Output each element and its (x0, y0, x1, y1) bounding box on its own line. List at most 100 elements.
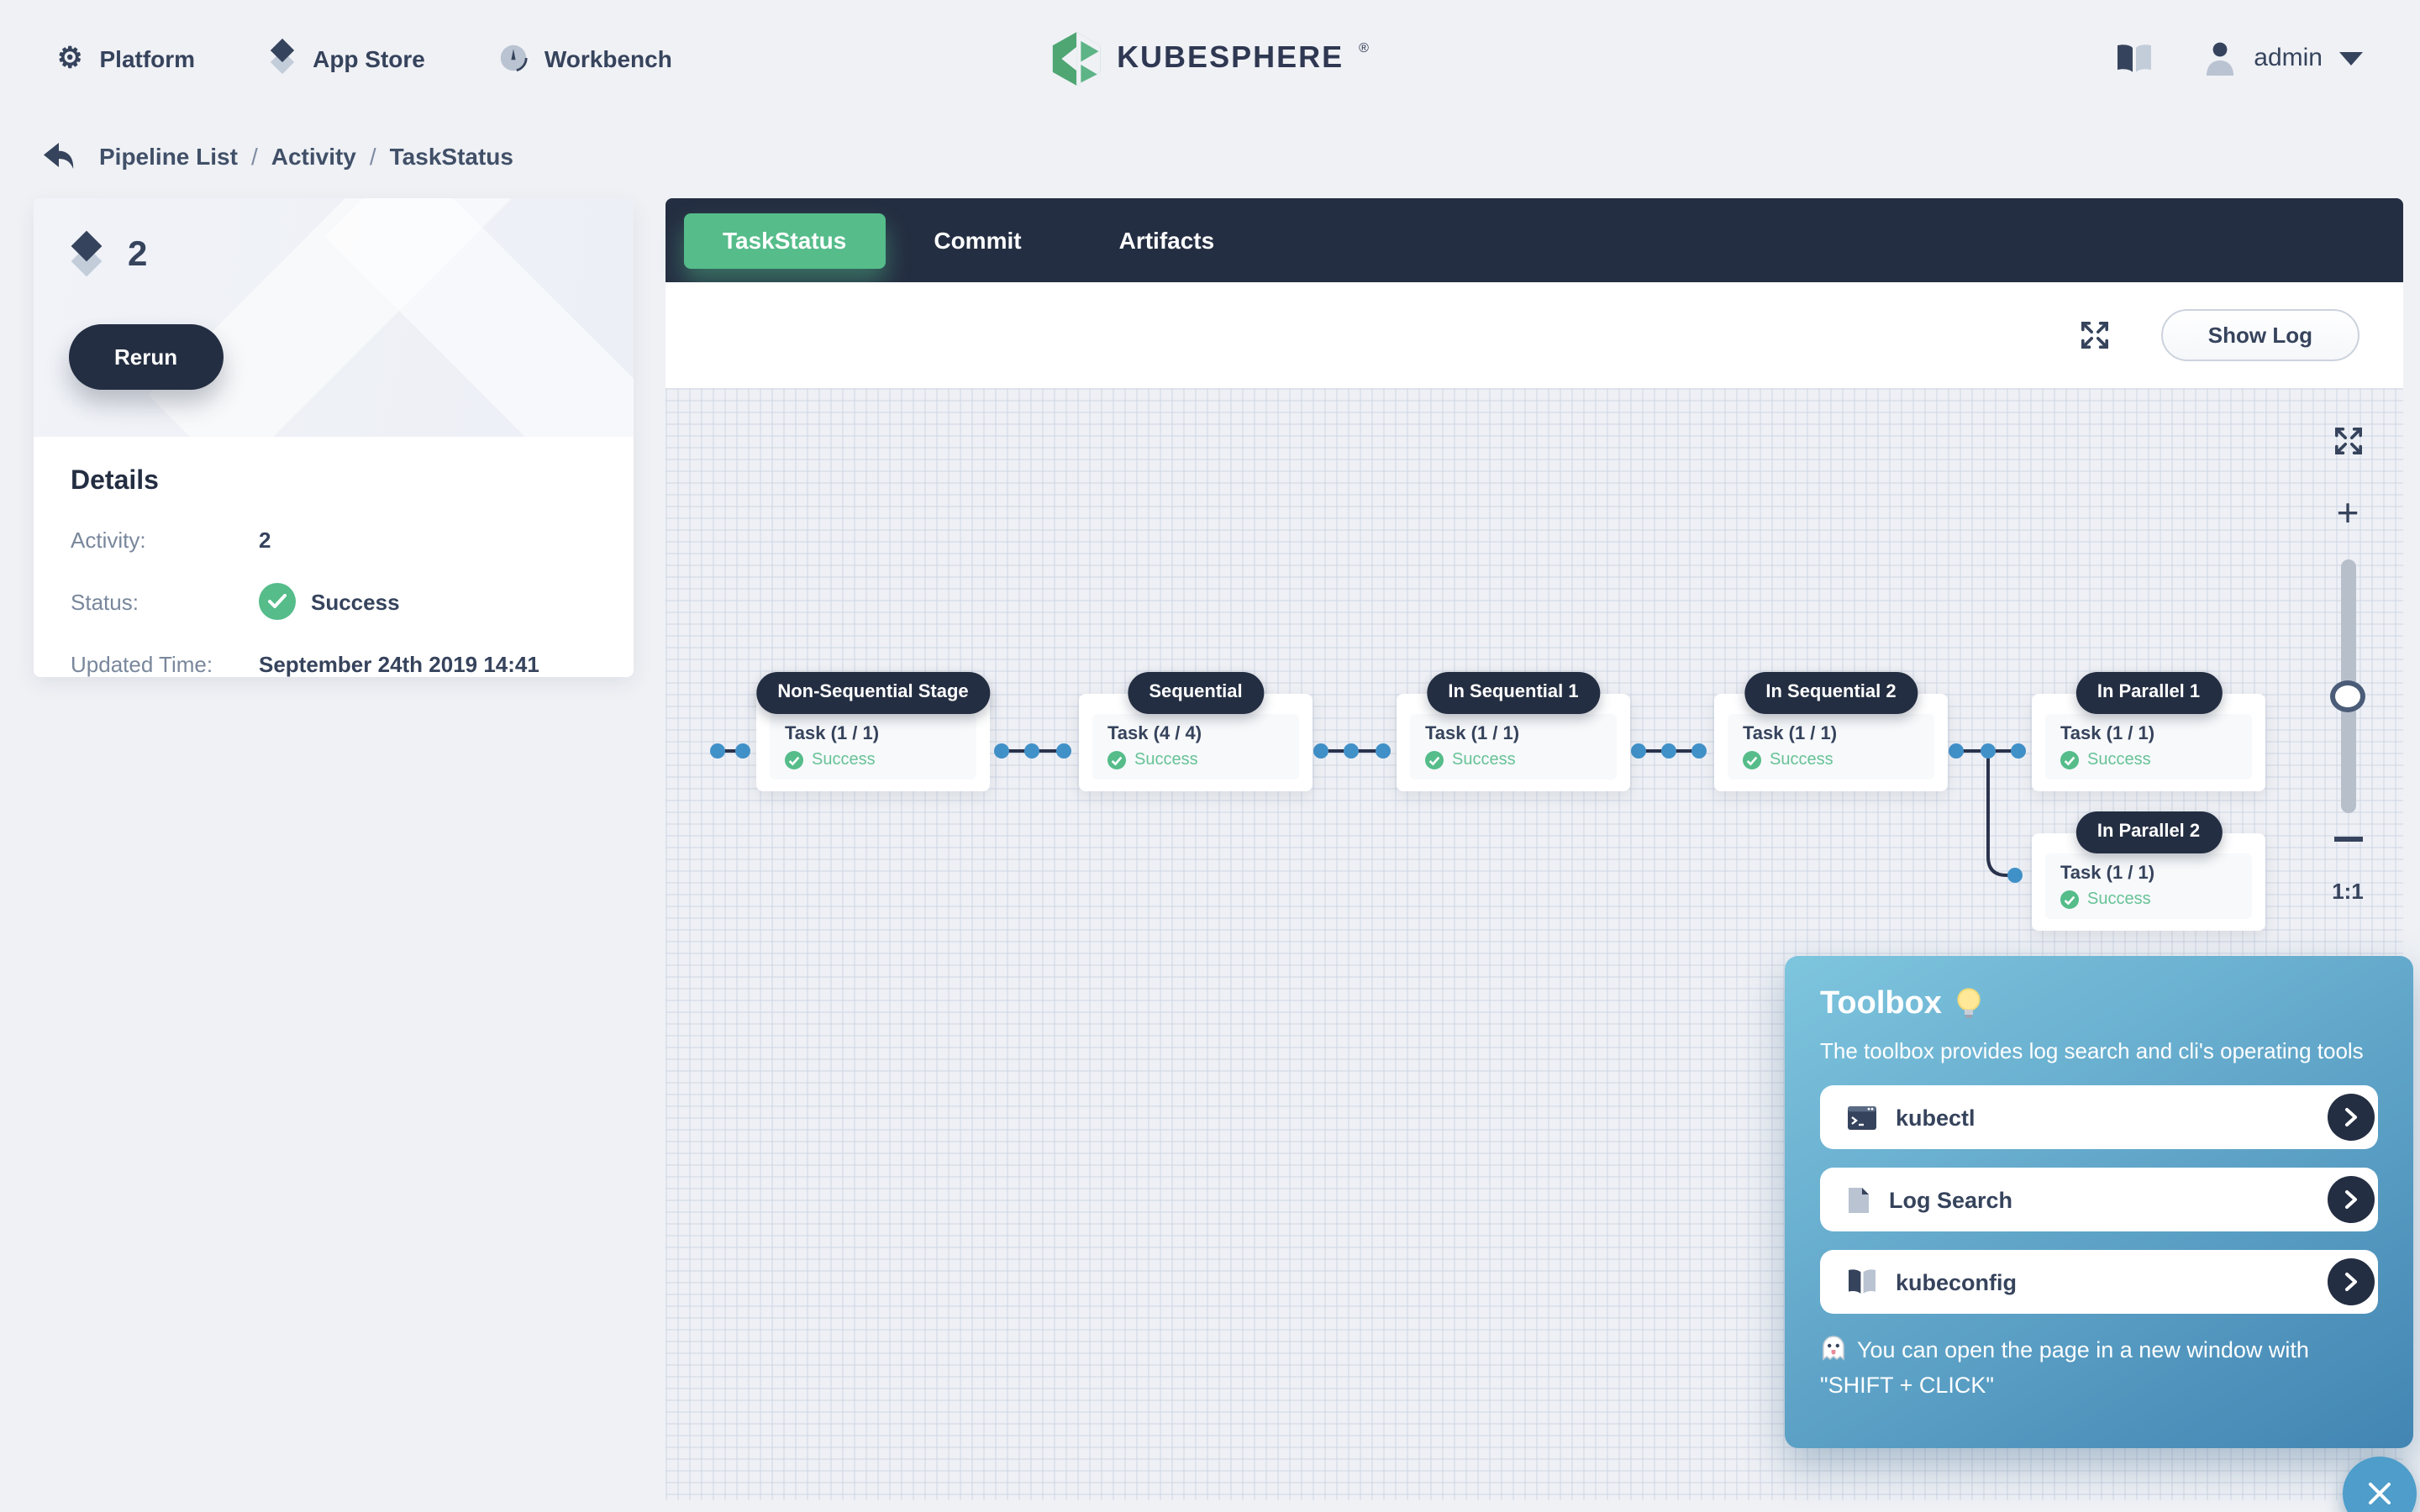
fullscreen-icon[interactable] (2079, 319, 2111, 351)
toolbox-note: You can open the page in a new window wi… (1820, 1332, 2378, 1403)
tab-taskstatus[interactable]: TaskStatus (684, 213, 885, 268)
detail-row-activity: Activity: 2 (71, 519, 597, 559)
expand-icon[interactable] (2332, 425, 2364, 457)
toolbox-item-kubectl[interactable]: kubectl (1820, 1085, 2378, 1149)
zoom-slider[interactable] (2340, 559, 2355, 813)
document-icon (1847, 1185, 1870, 1214)
nav-item-app-store[interactable]: App Store (269, 42, 425, 74)
breadcrumb-trail: Pipeline List / Activity / TaskStatus (99, 143, 513, 170)
task-status-text: Success (1770, 749, 1833, 771)
task-summary: Task (1 / 1) Success (2045, 853, 2252, 919)
task-status: Success (785, 749, 961, 771)
task-count: Task (1 / 1) (1743, 722, 1919, 746)
stage-non-sequential[interactable]: Non-Sequential Stage Task (1 / 1) Succes… (756, 694, 990, 791)
terminal-icon (1847, 1105, 1877, 1130)
toolbox-item-log-search[interactable]: Log Search (1820, 1168, 2378, 1231)
workbench-icon (499, 44, 528, 72)
task-summary: Task (4 / 4) Success (1092, 714, 1299, 780)
logo-text: KUBESPHERE (1117, 40, 1344, 76)
success-icon (1425, 751, 1444, 769)
task-status: Success (1425, 749, 1602, 771)
rerun-button[interactable]: Rerun (69, 324, 223, 390)
stage-name-badge: In Parallel 1 (2075, 672, 2222, 714)
user-menu[interactable]: admin (2203, 40, 2363, 76)
stage-in-parallel-2[interactable]: In Parallel 2 Task (1 / 1) Success (2032, 833, 2265, 931)
breadcrumb-taskstatus[interactable]: TaskStatus (390, 143, 513, 170)
detail-value: September 24th 2019 14:41 (259, 651, 539, 676)
stage-name-badge: In Sequential 2 (1744, 672, 1918, 714)
activity-number: 2 (128, 235, 147, 276)
task-status: Success (2060, 749, 2237, 771)
status-text: Success (311, 589, 400, 614)
stage-sequential[interactable]: Sequential Task (4 / 4) Success (1079, 694, 1313, 791)
success-icon (2060, 751, 2079, 769)
nav-item-platform[interactable]: ⚙ Platform (57, 44, 195, 72)
task-status: Success (1743, 749, 1919, 771)
zoom-out-button[interactable] (2333, 837, 2362, 842)
canvas-zoom-controls: + 1:1 (2312, 425, 2383, 904)
toolbox-item-kubeconfig[interactable]: kubeconfig (1820, 1250, 2378, 1314)
task-count: Task (1 / 1) (2060, 862, 2237, 885)
user-name: admin (2254, 44, 2323, 72)
docs-book-icon[interactable] (2116, 43, 2153, 73)
stage-name-badge: Sequential (1127, 672, 1264, 714)
summary-card-header: 2 Rerun (34, 198, 634, 437)
caret-down-icon (2339, 51, 2363, 65)
stage-in-sequential-2[interactable]: In Sequential 2 Task (1 / 1) Success (1714, 694, 1948, 791)
breadcrumb-activity[interactable]: Activity (271, 143, 356, 170)
stage-name-badge: Non-Sequential Stage (755, 672, 990, 714)
chevron-right-icon[interactable] (2328, 1094, 2375, 1141)
detail-label: Status: (71, 589, 259, 614)
close-icon (2365, 1478, 2395, 1509)
detail-value: 2 (259, 527, 271, 552)
success-icon (2060, 890, 2079, 909)
details-title: Details (71, 467, 597, 497)
avatar-icon (2203, 40, 2237, 76)
activity-summary-card: 2 Rerun Details Activity: 2 Status: Succ… (34, 198, 634, 677)
task-summary: Task (1 / 1) Success (770, 714, 976, 780)
activity-icon (71, 235, 104, 276)
ghost-icon (1820, 1334, 1847, 1361)
tab-commit[interactable]: Commit (885, 213, 1070, 268)
stage-in-sequential-1[interactable]: In Sequential 1 Task (1 / 1) Success (1397, 694, 1630, 791)
zoom-slider-handle[interactable] (2330, 680, 2365, 712)
show-log-button[interactable]: Show Log (2161, 309, 2360, 361)
nav-item-workbench[interactable]: Workbench (499, 44, 672, 72)
task-count: Task (1 / 1) (2060, 722, 2237, 746)
toolbox-note-text: You can open the page in a new window wi… (1820, 1337, 2309, 1398)
success-icon (259, 583, 296, 620)
task-summary: Task (1 / 1) Success (1728, 714, 1934, 780)
zoom-in-button[interactable]: + (2337, 494, 2360, 533)
tab-artifacts[interactable]: Artifacts (1071, 213, 1264, 268)
chevron-right-icon[interactable] (2328, 1258, 2375, 1305)
task-count: Task (4 / 4) (1107, 722, 1284, 746)
detail-row-updated-time: Updated Time: September 24th 2019 14:41 (71, 643, 597, 677)
toolbox-panel: Toolbox The toolbox provides log search … (1785, 956, 2413, 1448)
breadcrumb-pipeline-list[interactable]: Pipeline List (99, 143, 238, 170)
status-value: Success (259, 583, 400, 620)
stage-name-badge: In Sequential 1 (1426, 672, 1600, 714)
kubesphere-console: ⚙ Platform App Store Workbench (0, 0, 2420, 1512)
graph-toolbar: Show Log (666, 282, 2403, 388)
task-status-text: Success (2087, 889, 2151, 911)
appstore-icon (269, 42, 296, 74)
breadcrumb-separator: / (238, 143, 271, 170)
activity-identifier: 2 (71, 235, 147, 276)
task-summary: Task (1 / 1) Success (1410, 714, 1617, 780)
success-icon (785, 751, 803, 769)
detail-row-status: Status: Success (71, 581, 597, 622)
logo-registered-mark: ® (1359, 40, 1369, 55)
stage-name-badge: In Parallel 2 (2075, 811, 2222, 853)
success-icon (1743, 751, 1761, 769)
task-status-text: Success (1452, 749, 1516, 771)
detail-tabs: TaskStatus Commit Artifacts (666, 198, 2403, 282)
toolbox-subtitle: The toolbox provides log search and cli'… (1820, 1038, 2378, 1063)
task-count: Task (1 / 1) (785, 722, 961, 746)
kubesphere-logo[interactable]: KUBESPHERE ® (1051, 29, 1369, 87)
chevron-right-icon[interactable] (2328, 1176, 2375, 1223)
toolbox-item-label: Log Search (1889, 1187, 2012, 1212)
task-status-text: Success (812, 749, 876, 771)
global-nav: ⚙ Platform App Store Workbench (57, 42, 672, 74)
back-icon[interactable] (42, 141, 76, 171)
stage-in-parallel-1[interactable]: In Parallel 1 Task (1 / 1) Success (2032, 694, 2265, 791)
